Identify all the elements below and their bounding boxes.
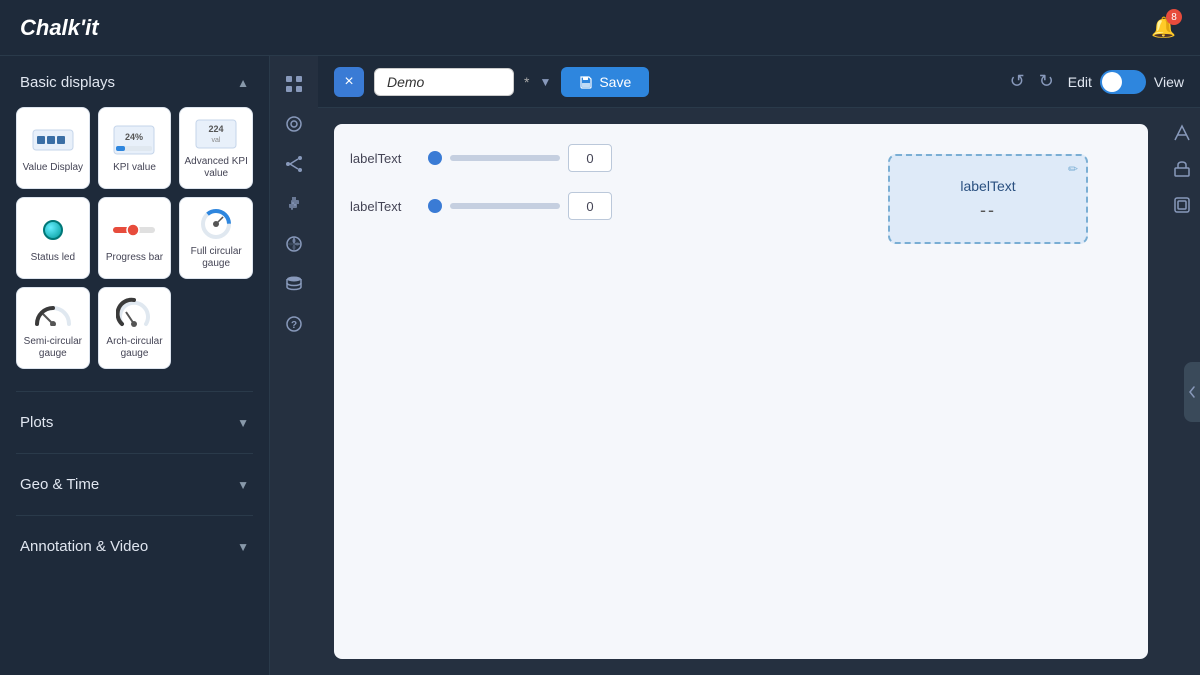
toolbar: × * ▼ Save ↺ ↻ Edit View: [318, 56, 1200, 108]
chevron-up-icon: ▲: [237, 76, 249, 90]
left-sidebar: Basic displays ▲ Value Display: [0, 56, 270, 675]
sidebar-section-label: Annotation & Video: [20, 538, 148, 555]
edit-view-switch[interactable]: [1100, 70, 1146, 94]
svg-text:val: val: [212, 137, 221, 144]
chevron-down-icon[interactable]: ▼: [539, 75, 551, 89]
row2-label: labelText: [350, 199, 420, 214]
database-icon-btn[interactable]: [276, 266, 312, 302]
demo-name-input[interactable]: [374, 68, 514, 96]
center-icon-bar: ?: [270, 56, 318, 675]
right-tool-3[interactable]: [1167, 190, 1197, 220]
chevron-down-icon: ▼: [237, 478, 249, 492]
row2-value-input[interactable]: 0: [568, 192, 612, 220]
sidebar-section-header-geo[interactable]: Geo & Time ▼: [0, 468, 269, 501]
redo-button[interactable]: ↻: [1035, 67, 1058, 96]
arch-circular-gauge-icon: [110, 296, 158, 332]
sidebar-section-header-annotation[interactable]: Annotation & Video ▼: [0, 530, 269, 563]
chevron-down-icon: ▼: [237, 416, 249, 430]
layers-icon-btn[interactable]: [276, 106, 312, 142]
canvas-viewport: labelText 0 labelText 0 ✏ labelText --: [318, 108, 1200, 675]
save-button[interactable]: Save: [561, 67, 649, 97]
widget-card-arch-circular-gauge[interactable]: Arch-circular gauge: [98, 287, 172, 369]
svg-text:24%: 24%: [125, 132, 143, 142]
widget-card-semi-circular-gauge[interactable]: Semi-circular gauge: [16, 287, 90, 369]
semi-circular-gauge-icon: [29, 296, 77, 332]
sidebar-section-label: Geo & Time: [20, 476, 99, 493]
widget-label: Progress bar: [106, 252, 163, 264]
divider-3: [16, 515, 253, 516]
divider-2: [16, 453, 253, 454]
full-circular-gauge-icon: [192, 206, 240, 242]
edit-view-toggle: Edit View: [1068, 70, 1184, 94]
widget-label: Status led: [31, 252, 75, 264]
widget-label: KPI value: [113, 162, 156, 174]
sidebar-section-annotation: Annotation & Video ▼: [0, 520, 269, 573]
right-icon-bar: [1164, 108, 1200, 675]
sidebar-section-header-plots[interactable]: Plots ▼: [0, 406, 269, 439]
main-layout: Basic displays ▲ Value Display: [0, 56, 1200, 675]
notification-button[interactable]: 🔔 8: [1147, 11, 1180, 44]
widget-card-kpi-value[interactable]: 24% KPI value: [98, 107, 172, 189]
widget-label: Arch-circular gauge: [103, 336, 167, 360]
widget-label: Full circular gauge: [184, 246, 248, 270]
close-button[interactable]: ×: [334, 67, 364, 97]
puzzle-icon-btn[interactable]: [276, 186, 312, 222]
widget-card-full-circular-gauge[interactable]: Full circular gauge: [179, 197, 253, 279]
widget-card-progress-bar[interactable]: Progress bar: [98, 197, 172, 279]
palette-icon-btn[interactable]: [276, 226, 312, 262]
sidebar-section-label: Plots: [20, 414, 53, 431]
svg-text:?: ?: [291, 320, 297, 331]
selected-widget[interactable]: ✏ labelText --: [888, 154, 1088, 244]
save-label: Save: [599, 74, 631, 90]
sidebar-section-label: Basic displays: [20, 74, 115, 91]
pencil-edit-icon[interactable]: ✏: [1068, 162, 1078, 176]
widget-card-advanced-kpi[interactable]: 224 val Advanced KPI value: [179, 107, 253, 189]
undo-button[interactable]: ↺: [1006, 67, 1029, 96]
progress-bar-icon: [110, 212, 158, 248]
sidebar-section-header-basic[interactable]: Basic displays ▲: [0, 66, 269, 99]
row1-slider[interactable]: [450, 155, 560, 161]
navbar: Chalk'it 🔔 8: [0, 0, 1200, 56]
advanced-kpi-icon: 224 val: [192, 116, 240, 152]
sidebar-section-plots: Plots ▼: [0, 396, 269, 449]
right-tool-2[interactable]: [1167, 154, 1197, 184]
svg-text:224: 224: [209, 124, 224, 134]
view-label: View: [1154, 74, 1184, 90]
value-display-icon: [29, 122, 77, 158]
selected-widget-title: labelText: [960, 178, 1015, 194]
divider-1: [16, 391, 253, 392]
chevron-down-icon: ▼: [237, 540, 249, 554]
navbar-right: 🔔 8: [1147, 11, 1180, 44]
grid-icon-btn[interactable]: [276, 66, 312, 102]
widget-label: Advanced KPI value: [184, 156, 248, 180]
undo-redo-group: ↺ ↻: [1006, 67, 1058, 96]
canvas-area: × * ▼ Save ↺ ↻ Edit View: [318, 56, 1200, 675]
help-icon-btn[interactable]: ?: [276, 306, 312, 342]
right-tool-1[interactable]: [1167, 118, 1197, 148]
collapse-handle[interactable]: [1184, 362, 1200, 422]
row1-toggle[interactable]: [428, 151, 442, 165]
app-logo: Chalk'it: [20, 15, 99, 41]
widget-label: Value Display: [23, 162, 83, 174]
row1-value-input[interactable]: 0: [568, 144, 612, 172]
unsaved-indicator: *: [524, 74, 529, 90]
status-led-icon: [29, 212, 77, 248]
connect-icon-btn[interactable]: [276, 146, 312, 182]
row2-slider[interactable]: [450, 203, 560, 209]
canvas-content: labelText 0 labelText 0 ✏ labelText --: [334, 124, 1148, 659]
save-icon: [579, 75, 593, 89]
selected-widget-value: --: [980, 200, 996, 221]
edit-label: Edit: [1068, 74, 1092, 90]
widget-label: Semi-circular gauge: [21, 336, 85, 360]
kpi-value-icon: 24%: [110, 122, 158, 158]
widgets-grid: Value Display 24% KPI value: [0, 99, 269, 377]
sidebar-section-geo-time: Geo & Time ▼: [0, 458, 269, 511]
row2-toggle[interactable]: [428, 199, 442, 213]
notification-badge: 8: [1166, 9, 1182, 25]
row1-label: labelText: [350, 151, 420, 166]
sidebar-section-basic-displays: Basic displays ▲ Value Display: [0, 56, 269, 387]
widget-card-status-led[interactable]: Status led: [16, 197, 90, 279]
widget-card-value-display[interactable]: Value Display: [16, 107, 90, 189]
